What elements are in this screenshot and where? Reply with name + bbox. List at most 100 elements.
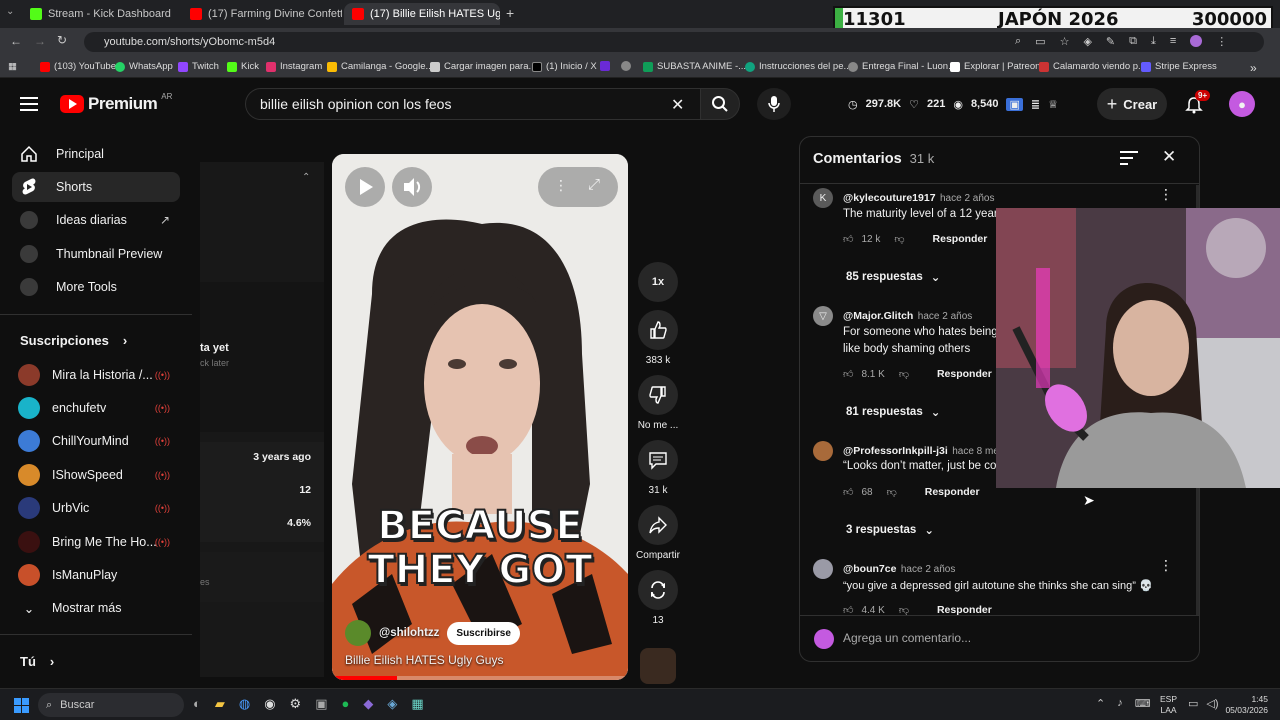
channel-handle[interactable]: @shilohtzz: [379, 627, 439, 639]
sidebar-item-principal[interactable]: Principal: [12, 139, 180, 169]
hamburger-menu-icon[interactable]: [20, 96, 40, 112]
bookmarks-overflow-icon[interactable]: »: [1250, 61, 1257, 75]
forward-icon[interactable]: →: [34, 34, 46, 48]
tab-billie-eilish[interactable]: (17) Billie Eilish HATES Ugly Gu ✕: [344, 3, 500, 25]
bookmark-stripe[interactable]: Stripe Express: [1141, 61, 1217, 72]
language-indicator[interactable]: ESP LAA: [1160, 694, 1177, 716]
comment-user[interactable]: @Major.Glitch: [843, 310, 913, 322]
profile-avatar[interactable]: [1190, 35, 1203, 47]
you-section-header[interactable]: Tú ›: [20, 654, 54, 669]
tab-farming-confetti[interactable]: (17) Farming Divine Confetti Th ✕: [182, 3, 342, 25]
share-button[interactable]: [638, 505, 678, 545]
bookmark-instrucciones[interactable]: Instrucciones del pe...: [745, 61, 851, 72]
bookmark-x[interactable]: (1) Inicio / X: [532, 61, 597, 72]
thumbs-down-icon[interactable]: 👎︎: [887, 486, 897, 498]
tab-kick-dashboard[interactable]: Stream - Kick Dashboard ✕: [22, 3, 178, 25]
back-icon[interactable]: ←: [10, 34, 22, 48]
chrome-icon[interactable]: ◍: [239, 696, 250, 712]
bookmark-globe[interactable]: [621, 61, 631, 71]
extension-icon[interactable]: ◈: [1083, 35, 1091, 48]
channel-avatar[interactable]: [345, 620, 371, 646]
sidebar-sub[interactable]: ChillYourMind ((•)): [18, 427, 178, 455]
puzzle-icon[interactable]: ⧉: [1129, 35, 1137, 48]
file-explorer-icon[interactable]: ▰: [215, 696, 225, 712]
sort-comments-button[interactable]: [1120, 151, 1138, 165]
thumbs-up-icon[interactable]: 👍︎: [843, 233, 853, 245]
bookmark-youtube[interactable]: (103) YouTube: [40, 61, 116, 72]
commenter-avatar[interactable]: [813, 559, 833, 579]
subscriptions-header[interactable]: Suscripciones ›: [20, 333, 127, 348]
comment-menu-icon[interactable]: ⋮: [1159, 186, 1173, 203]
comment-user[interactable]: @ProfessorInkpill-j3i: [843, 445, 948, 457]
commenter-avatar[interactable]: ▽: [813, 306, 833, 326]
reply-button[interactable]: Responder: [933, 233, 988, 245]
steam-icon[interactable]: ◈: [387, 696, 397, 712]
keyboard-icon[interactable]: ⌨: [1135, 697, 1151, 710]
bookmark-purple[interactable]: [600, 61, 610, 71]
more-options-icon[interactable]: ⋮: [554, 177, 568, 194]
remix-button[interactable]: [638, 570, 678, 610]
star-icon[interactable]: ☆: [1060, 35, 1070, 48]
app-icon[interactable]: ▣: [315, 696, 327, 712]
thumbs-down-icon[interactable]: 👎︎: [899, 368, 909, 380]
reply-button[interactable]: Responder: [925, 486, 980, 498]
video-title[interactable]: Billie Eilish HATES Ugly Guys: [345, 653, 503, 667]
comment-user[interactable]: @kylecouture1917: [843, 192, 936, 204]
sidebar-item-ideas[interactable]: Ideas diarias ↗: [12, 205, 180, 235]
list-icon[interactable]: ≣: [1031, 98, 1040, 111]
replies-toggle[interactable]: 81 respuestas ⌄: [846, 405, 940, 419]
menu-icon[interactable]: ⋮: [1216, 35, 1227, 48]
zoom-icon[interactable]: ⌕: [1015, 35, 1021, 48]
bookmark-calamardo[interactable]: Calamardo viendo p...: [1039, 61, 1146, 72]
replies-toggle[interactable]: 85 respuestas ⌄: [846, 270, 940, 284]
sidebar-sub[interactable]: enchufetv ((•)): [18, 394, 178, 422]
replies-toggle[interactable]: 3 respuestas ⌄: [846, 523, 934, 537]
bookmark-patreon[interactable]: Explorar | Patreon: [950, 61, 1040, 72]
tray-status[interactable]: ▭ ◁): [1188, 697, 1219, 710]
sidebar-item-more-tools[interactable]: More Tools: [12, 272, 180, 302]
account-avatar[interactable]: ●: [1229, 91, 1255, 117]
shorts-video-player[interactable]: ⋮ ⤢ BECAUSE THEY GOT @shilohtzz Suscribi…: [332, 154, 628, 680]
bookmark-entrega[interactable]: Entrega Final - Luon...: [848, 61, 956, 72]
tab-search-icon[interactable]: ⌄: [6, 6, 14, 17]
comment-user[interactable]: @boun7ce: [843, 563, 896, 575]
settings-icon[interactable]: ⚙: [290, 696, 302, 712]
playback-speed-button[interactable]: 1x: [638, 262, 678, 302]
commenter-avatar[interactable]: [813, 441, 833, 461]
apps-icon[interactable]: ▦: [8, 61, 17, 72]
bookmark-whatsapp[interactable]: WhatsApp: [115, 61, 173, 72]
thumbs-down-icon[interactable]: 👎︎: [894, 233, 904, 245]
create-button[interactable]: + Crear: [1097, 88, 1167, 120]
download-icon[interactable]: ⤓: [1151, 35, 1156, 48]
voice-search-button[interactable]: [757, 88, 791, 120]
sidebar-sub[interactable]: Bring Me The Ho... ((•)): [18, 528, 178, 556]
app-icon[interactable]: ▦: [411, 696, 423, 712]
bookmark-google[interactable]: Camilanga - Google...: [327, 61, 433, 72]
trophy-icon[interactable]: ♕: [1048, 98, 1058, 111]
sound-thumbnail[interactable]: [640, 648, 676, 684]
bookmark-twitch[interactable]: Twitch: [178, 61, 219, 72]
bookmark-instagram[interactable]: Instagram: [266, 61, 322, 72]
subscribe-button[interactable]: Suscribirse: [447, 621, 520, 645]
clear-search-icon[interactable]: ✕: [671, 95, 684, 115]
tab-close-icon[interactable]: ✕: [177, 8, 178, 21]
show-more-button[interactable]: ⌄ Mostrar más: [18, 594, 178, 622]
search-input[interactable]: billie eilish opinion con los feos: [245, 88, 701, 120]
comment-menu-icon[interactable]: ⋮: [1159, 557, 1173, 574]
youtube-logo[interactable]: Premium AR: [60, 92, 172, 114]
comments-button[interactable]: [638, 440, 678, 480]
play-button[interactable]: [345, 167, 385, 207]
search-button[interactable]: [700, 88, 740, 120]
reload-icon[interactable]: ↻: [57, 33, 67, 47]
windows-start-icon[interactable]: [14, 698, 29, 713]
task-view-icon[interactable]: ◐: [193, 696, 201, 712]
bookmark-kick[interactable]: Kick: [227, 61, 259, 72]
sidebar-sub[interactable]: IShowSpeed ((•)): [18, 461, 178, 489]
spotify-icon[interactable]: ●: [342, 696, 350, 712]
sidebar-sub[interactable]: IsManuPlay: [18, 561, 178, 589]
close-comments-icon[interactable]: ✕: [1162, 147, 1176, 167]
sidebar-sub[interactable]: UrbVic ((•)): [18, 494, 178, 522]
taskbar-search[interactable]: ⌕ Buscar: [38, 693, 184, 717]
volume-button[interactable]: [392, 167, 432, 207]
collapse-icon[interactable]: ⌃: [302, 172, 310, 183]
